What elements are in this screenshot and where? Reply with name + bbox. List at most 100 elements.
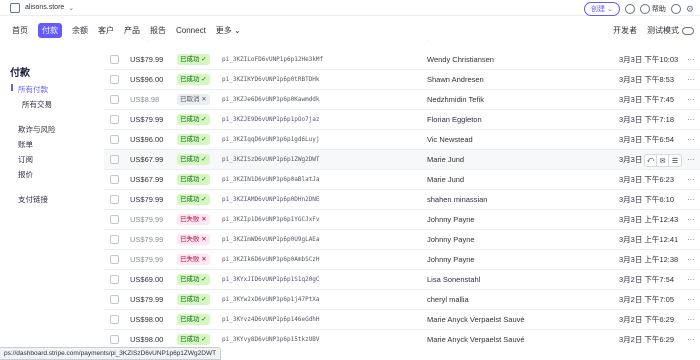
payment-amount: US$79.99: [130, 195, 164, 204]
test-mode-toggle[interactable]: 测试模式: [647, 25, 694, 36]
table-row[interactable]: US$79.99 已成功 ✓ pi_3KZJE9D6vUNP1p6p1pOo7jaz…: [104, 110, 700, 130]
more-actions-icon[interactable]: ···: [687, 315, 695, 324]
more-actions-icon[interactable]: ···: [687, 235, 695, 244]
nav-item-home[interactable]: 首页: [12, 25, 28, 36]
status-badge: 已成功 ✓: [177, 314, 210, 325]
notifications-icon[interactable]: [624, 4, 635, 14]
sidebar-item-billing[interactable]: 账单: [18, 139, 33, 150]
row-checkbox[interactable]: [110, 235, 119, 244]
row-checkbox[interactable]: [110, 95, 119, 104]
row-checkbox[interactable]: [110, 75, 119, 84]
row-checkbox[interactable]: [110, 115, 119, 124]
table-row[interactable]: US$96.00 已成功 ✓ pi_3KZIKYD6vUNP1p6p0tRBTDHk…: [104, 70, 700, 90]
more-actions-icon[interactable]: ···: [687, 135, 695, 144]
row-checkbox[interactable]: [110, 55, 119, 64]
nav-item-connect[interactable]: Connect: [176, 26, 206, 35]
more-actions-icon[interactable]: ···: [687, 55, 695, 64]
create-button[interactable]: 创建 ⌄: [584, 2, 620, 16]
sidebar-item-quotes[interactable]: 报价: [18, 169, 33, 180]
gear-icon[interactable]: ⚙: [686, 4, 694, 15]
payment-id[interactable]: pi_3KZIqqD6vUNP1p6p1gd6Luyj: [222, 136, 320, 143]
row-checkbox[interactable]: [110, 295, 119, 304]
payment-id[interactable]: pi_3KZJE9D6vUNP1p6p1pOo7jaz: [222, 116, 320, 123]
more-actions-icon[interactable]: ···: [687, 255, 695, 264]
row-checkbox[interactable]: [110, 275, 119, 284]
sidebar-item-subscriptions[interactable]: 订阅: [18, 154, 33, 165]
table-row[interactable]: US$67.99 已成功 ✓ pi_3KZISzD6vUNP1p6p1ZWg2DWT…: [104, 150, 700, 170]
customer-name: Marie Anyck Verpaelst Sauvé: [427, 335, 525, 344]
payment-id[interactable]: pi_3KZIk6D6vUNP1p6p0AmbSCzH: [222, 256, 320, 263]
nav-item-balances[interactable]: 余额: [72, 25, 88, 36]
payment-id[interactable]: pi_3KZIKYD6vUNP1p6p0tRBTDHk: [222, 76, 320, 83]
more-actions-icon[interactable]: ···: [687, 95, 695, 104]
payment-id[interactable]: pi_3KZISzD6vUNP1p6p1ZWg2DWT: [222, 156, 320, 163]
chevron-down-icon[interactable]: ⌄: [68, 4, 74, 12]
payment-id[interactable]: pi_3KYvy8D6vUNP1p6p15tkzUBV: [222, 336, 320, 343]
details-icon[interactable]: ☰: [669, 155, 681, 166]
payment-id[interactable]: pi_3KZImWD6vUNP1p6p0U9gLAEa: [222, 236, 320, 243]
table-row[interactable]: US$98.00 已成功 ✓ pi_3KYvz4D6vUNP1p6p146eGdhH…: [104, 310, 700, 330]
more-actions-icon[interactable]: ···: [687, 195, 695, 204]
row-checkbox[interactable]: [110, 315, 119, 324]
nav-right: 开发者 测试模式: [613, 25, 694, 36]
payment-id[interactable]: pi_3KZIAMD6vUNP1p6p0DHn2DNE: [222, 196, 320, 203]
nav-item-products[interactable]: 产品: [124, 25, 140, 36]
payment-id[interactable]: pi_3KZJe6D6vUNP1p6p0Kawmddk: [222, 96, 320, 103]
more-actions-icon[interactable]: ···: [687, 275, 695, 284]
table-row[interactable]: US$8.98 已取消 ✕ pi_3KZJe6D6vUNP1p6p0Kawmddk N…: [104, 90, 700, 110]
more-actions-icon[interactable]: ···: [687, 215, 695, 224]
status-label: 已成功: [180, 116, 200, 123]
nav-item-reports[interactable]: 报告: [150, 25, 166, 36]
table-row[interactable]: US$67.99 已成功 ✓ pi_3KZIN1D6vUNP1p6p0aBlatJa…: [104, 170, 700, 190]
nav-item-customers[interactable]: 客户: [98, 25, 114, 36]
sidebar-item-all-transactions[interactable]: 所有交易: [22, 99, 52, 110]
developers-link[interactable]: 开发者: [613, 25, 637, 36]
row-checkbox[interactable]: [110, 175, 119, 184]
table-row[interactable]: US$79.99 已成功 ✓ pi_3KZIAMD6vUNP1p6p0DHn2DNE…: [104, 190, 700, 210]
more-actions-icon[interactable]: ···: [687, 75, 695, 84]
nav-item-more[interactable]: 更多 ⌄: [216, 25, 241, 36]
payment-date: 3月3日 上午12:41: [619, 235, 679, 244]
table-row[interactable]: US$79.99 已失败 ✕ pi_3KZIp1D6vUNP1p6p1YGCJxFv…: [104, 210, 700, 230]
bell-icon[interactable]: [670, 4, 681, 14]
sidebar-item-fraud-risk[interactable]: 欺诈与风险: [18, 124, 56, 135]
x-icon: ✕: [199, 216, 207, 223]
row-checkbox[interactable]: [110, 155, 119, 164]
customer-name: Lisa Sonenstahl: [427, 275, 481, 284]
table-row[interactable]: US$98.00 已成功 ✓ pi_3KYvy8D6vUNP1p6p15tkzUBV…: [104, 330, 700, 346]
row-checkbox[interactable]: [110, 195, 119, 204]
payment-id[interactable]: pi_3KZIN1D6vUNP1p6p0aBlatJa: [222, 176, 320, 183]
x-icon: ✕: [199, 236, 207, 243]
payment-date: 3月2日 下午7:54: [619, 275, 675, 284]
table-row[interactable]: US$79.99 已失败 ✕ pi_3KZImWD6vUNP1p6p0U9gLAEa…: [104, 230, 700, 250]
table-row[interactable]: US$79.99 已失败 ✕ pi_3KZIk6D6vUNP1p6p0AmbSCzH…: [104, 250, 700, 270]
table-row[interactable]: US$69.00 已成功 ✓ pi_3KYxJID6vUNP1p6p1S1q20gC…: [104, 270, 700, 290]
more-actions-icon[interactable]: ···: [687, 335, 695, 344]
table-row[interactable]: US$79.99 已成功 ✓ pi_3KZILoFD6vUNP1p6p12He3kM…: [104, 50, 700, 70]
refund-icon[interactable]: ⤺: [645, 155, 657, 166]
row-checkbox[interactable]: [110, 335, 119, 344]
row-checkbox[interactable]: [110, 255, 119, 264]
nav-item-payments[interactable]: 付款: [38, 22, 62, 38]
help-button[interactable]: 帮助: [639, 4, 666, 14]
check-icon: ✓: [199, 136, 207, 143]
payment-id[interactable]: pi_3KYvz4D6vUNP1p6p146eGdhH: [222, 316, 320, 323]
more-actions-icon[interactable]: ···: [687, 175, 695, 184]
payment-id[interactable]: pi_3KZIp1D6vUNP1p6p1YGCJxFv: [222, 216, 320, 223]
more-actions-icon[interactable]: ···: [687, 115, 695, 124]
table-row[interactable]: US$79.99 已成功 ✓ pi_3KYw2xD6vUNP1p6p1j47PtXa…: [104, 290, 700, 310]
account-name[interactable]: alisons.store: [25, 4, 64, 11]
row-checkbox[interactable]: [110, 215, 119, 224]
sidebar-item-all-payments[interactable]: 所有付款: [18, 84, 48, 95]
sidebar-item-payment-links[interactable]: 支付链接: [18, 194, 48, 205]
payment-id[interactable]: pi_3KYxJID6vUNP1p6p1S1q20gC: [222, 276, 320, 283]
payment-id[interactable]: pi_3KYw2xD6vUNP1p6p1j47PtXa: [222, 296, 320, 303]
row-checkbox[interactable]: [110, 135, 119, 144]
more-actions-icon[interactable]: ···: [687, 295, 695, 304]
table-row[interactable]: US$96.00 已成功 ✓ pi_3KZIqqD6vUNP1p6p1gd6Luyj…: [104, 130, 700, 150]
email-icon[interactable]: ✉: [657, 155, 669, 166]
payment-id[interactable]: pi_3KZILoFD6vUNP1p6p12He3kMf: [222, 56, 323, 63]
status-label: 已成功: [180, 316, 200, 323]
more-actions-icon[interactable]: ···: [687, 155, 695, 164]
status-label: 已成功: [180, 156, 200, 163]
